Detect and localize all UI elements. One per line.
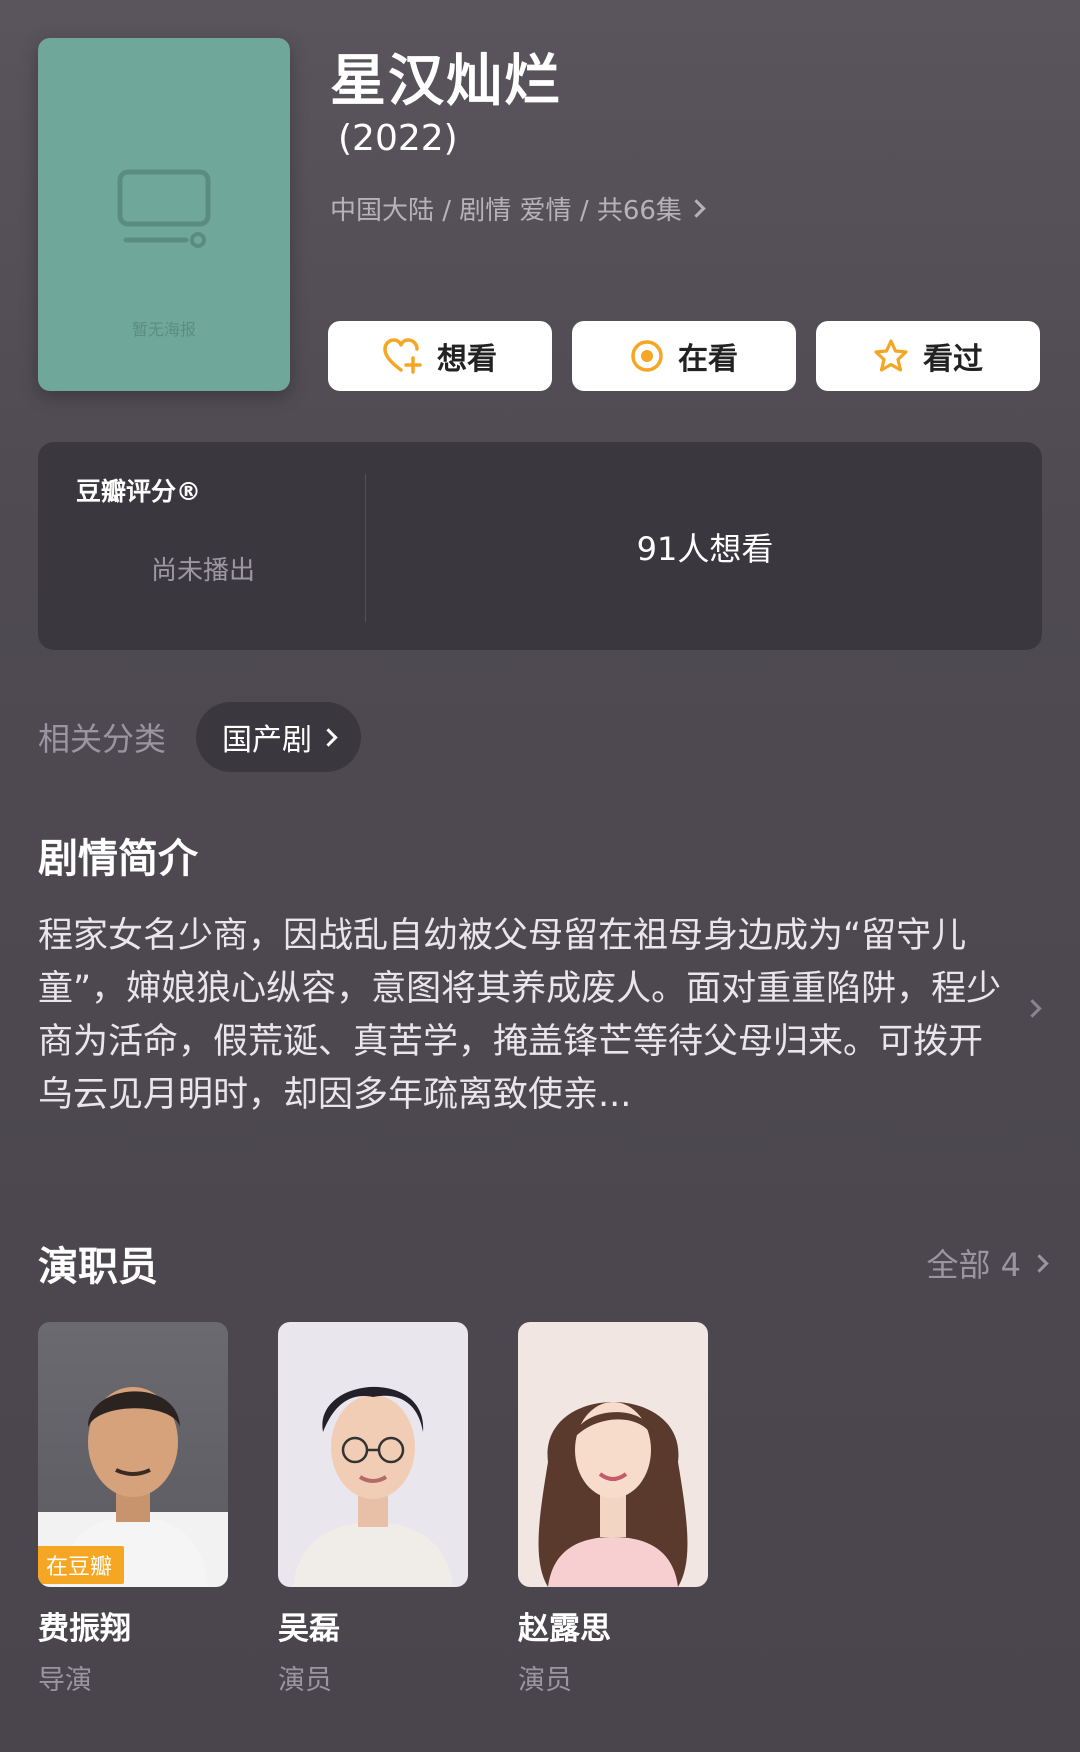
synopsis-expand-icon[interactable] [1023,999,1042,1018]
page-title: 星汉灿烂 [330,49,562,114]
cast-name: 赵露思 [518,1611,611,1647]
cast-member[interactable]: 赵露思 演员 [518,1322,708,1697]
rating-divider [365,474,366,622]
poster[interactable]: 暂无海报 [38,38,290,391]
cast-role: 演员 [278,1665,332,1696]
cast-list: 在豆瓣 费振翔 导演 吴磊 演员 赵露思 演员 [38,1322,708,1697]
target-icon [631,340,663,372]
category-chip[interactable]: 国产剧 [196,702,362,772]
tv-icon [117,169,211,248]
star-icon [874,339,908,372]
want-count: 91人想看 [636,530,774,568]
chevron-right-icon [687,199,706,218]
on-douban-badge: 在豆瓣 [38,1546,125,1584]
action-bar: 想看 在看 看过 [328,321,1040,391]
watched-button[interactable]: 看过 [816,321,1040,391]
watched-label: 看过 [923,342,983,377]
cast-role: 导演 [38,1665,92,1696]
rating-label: 豆瓣评分® [76,477,202,506]
meta-info[interactable]: 中国大陆 / 剧情 爱情 / 共66集 [330,190,706,227]
cast-title: 演职员 [38,1244,158,1290]
cast-role: 演员 [518,1665,572,1696]
synopsis-title: 剧情简介 [38,836,198,882]
chevron-right-icon [1030,1253,1049,1273]
avatar [518,1322,708,1587]
chevron-right-icon [319,727,338,747]
cast-all-link[interactable]: 全部 4 [926,1240,1049,1286]
cast-member[interactable]: 在豆瓣 费振翔 导演 [38,1322,228,1697]
related-label: 相关分类 [38,720,167,758]
rating-status: 尚未播出 [150,556,255,586]
heart-plus-icon [383,338,422,374]
synopsis-text[interactable]: 程家女名少商，因战乱自幼被父母留在祖母身边成为“留守儿童”，婶娘狼心纵容，意图将… [38,910,1010,1122]
release-year: (2022) [338,118,458,159]
related-category: 相关分类 国产剧 [38,702,362,772]
cast-member[interactable]: 吴磊 演员 [278,1322,468,1697]
poster-placeholder-text: 暂无海报 [131,320,196,339]
meta-text: 中国大陆 / 剧情 爱情 / 共66集 [330,196,682,226]
watching-label: 在看 [678,342,738,377]
want-button[interactable]: 想看 [328,321,552,391]
avatar: 在豆瓣 [38,1322,228,1587]
watching-button[interactable]: 在看 [572,321,796,391]
rating-card[interactable]: 豆瓣评分® 尚未播出 91人想看 [38,442,1042,650]
cast-name: 吴磊 [278,1611,340,1647]
category-chip-label: 国产剧 [222,723,313,758]
cast-name: 费振翔 [38,1611,131,1647]
want-label: 想看 [437,342,497,377]
cast-all-label: 全部 4 [926,1246,1021,1284]
avatar [278,1322,468,1587]
